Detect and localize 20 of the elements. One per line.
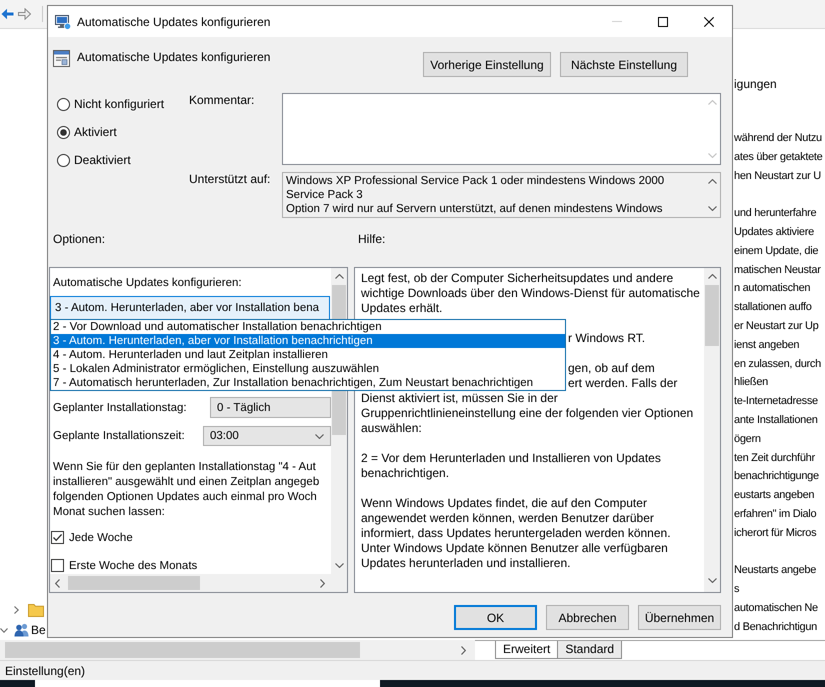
help-text: gen, ob auf dem <box>568 361 655 376</box>
status-text: Einstellung(en) <box>5 664 86 678</box>
comment-label: Kommentar: <box>189 93 256 109</box>
help-text: r Windows RT. <box>568 331 646 346</box>
help-text: Legt fest, ob der Computer Sicherheitsupdates und andere wichtige Downloads über den Windows-Dienst für automatische Updates erhält. <box>361 271 701 316</box>
help-text: ert werden. Falls der <box>568 376 678 391</box>
options-label: Optionen: <box>53 232 106 247</box>
install-day-label: Geplanter Installationstag: <box>53 402 188 414</box>
help-text: 2 = Vor dem Herunterladen und Installieren von Updates benachrichtigen. <box>361 451 662 481</box>
update-mode-label: Automatische Updates konfigurieren: <box>53 276 243 291</box>
supported-on-label: Unterstützt auf: <box>189 172 272 188</box>
help-text: Wenn Windows Updates findet, die auf den Computer angewendet werden können, werden Benutzer darüber informiert, dass Updates heruntergeladen werden können. Unter Windows Update können Benutzer alle verfügbaren Updates herunterladen und installieren. <box>361 496 672 571</box>
supported-on-text: Windows XP Professional Service Pack 1 oder mindestens Windows 2000 Service Pack 3 Option 7 wird nur auf Servern unterstützt, auf denen mindestens Windows <box>285 174 666 217</box>
help-text: Dienst aktiviert ist, müssen Sie in der Gruppenrichtlinieneinstellung eine der folgenden vier Optionen auswählen: <box>361 391 694 436</box>
window-title: Automatische Updates konfigurieren <box>77 14 270 28</box>
help-label: Hilfe: <box>358 232 386 247</box>
install-time-label: Geplante Installationszeit: <box>53 430 186 442</box>
schedule-note: Wenn Sie für den geplanten Installationstag "4 - Aut installieren" ausgewählt und einen Zeitplan angegeb folgenden Optionen Updates auch einmal pro Woch Monat suchen lassen: <box>53 460 320 520</box>
column-heading: igungen <box>734 76 777 92</box>
setting-heading: Automatische Updates konfigurieren <box>77 50 270 65</box>
